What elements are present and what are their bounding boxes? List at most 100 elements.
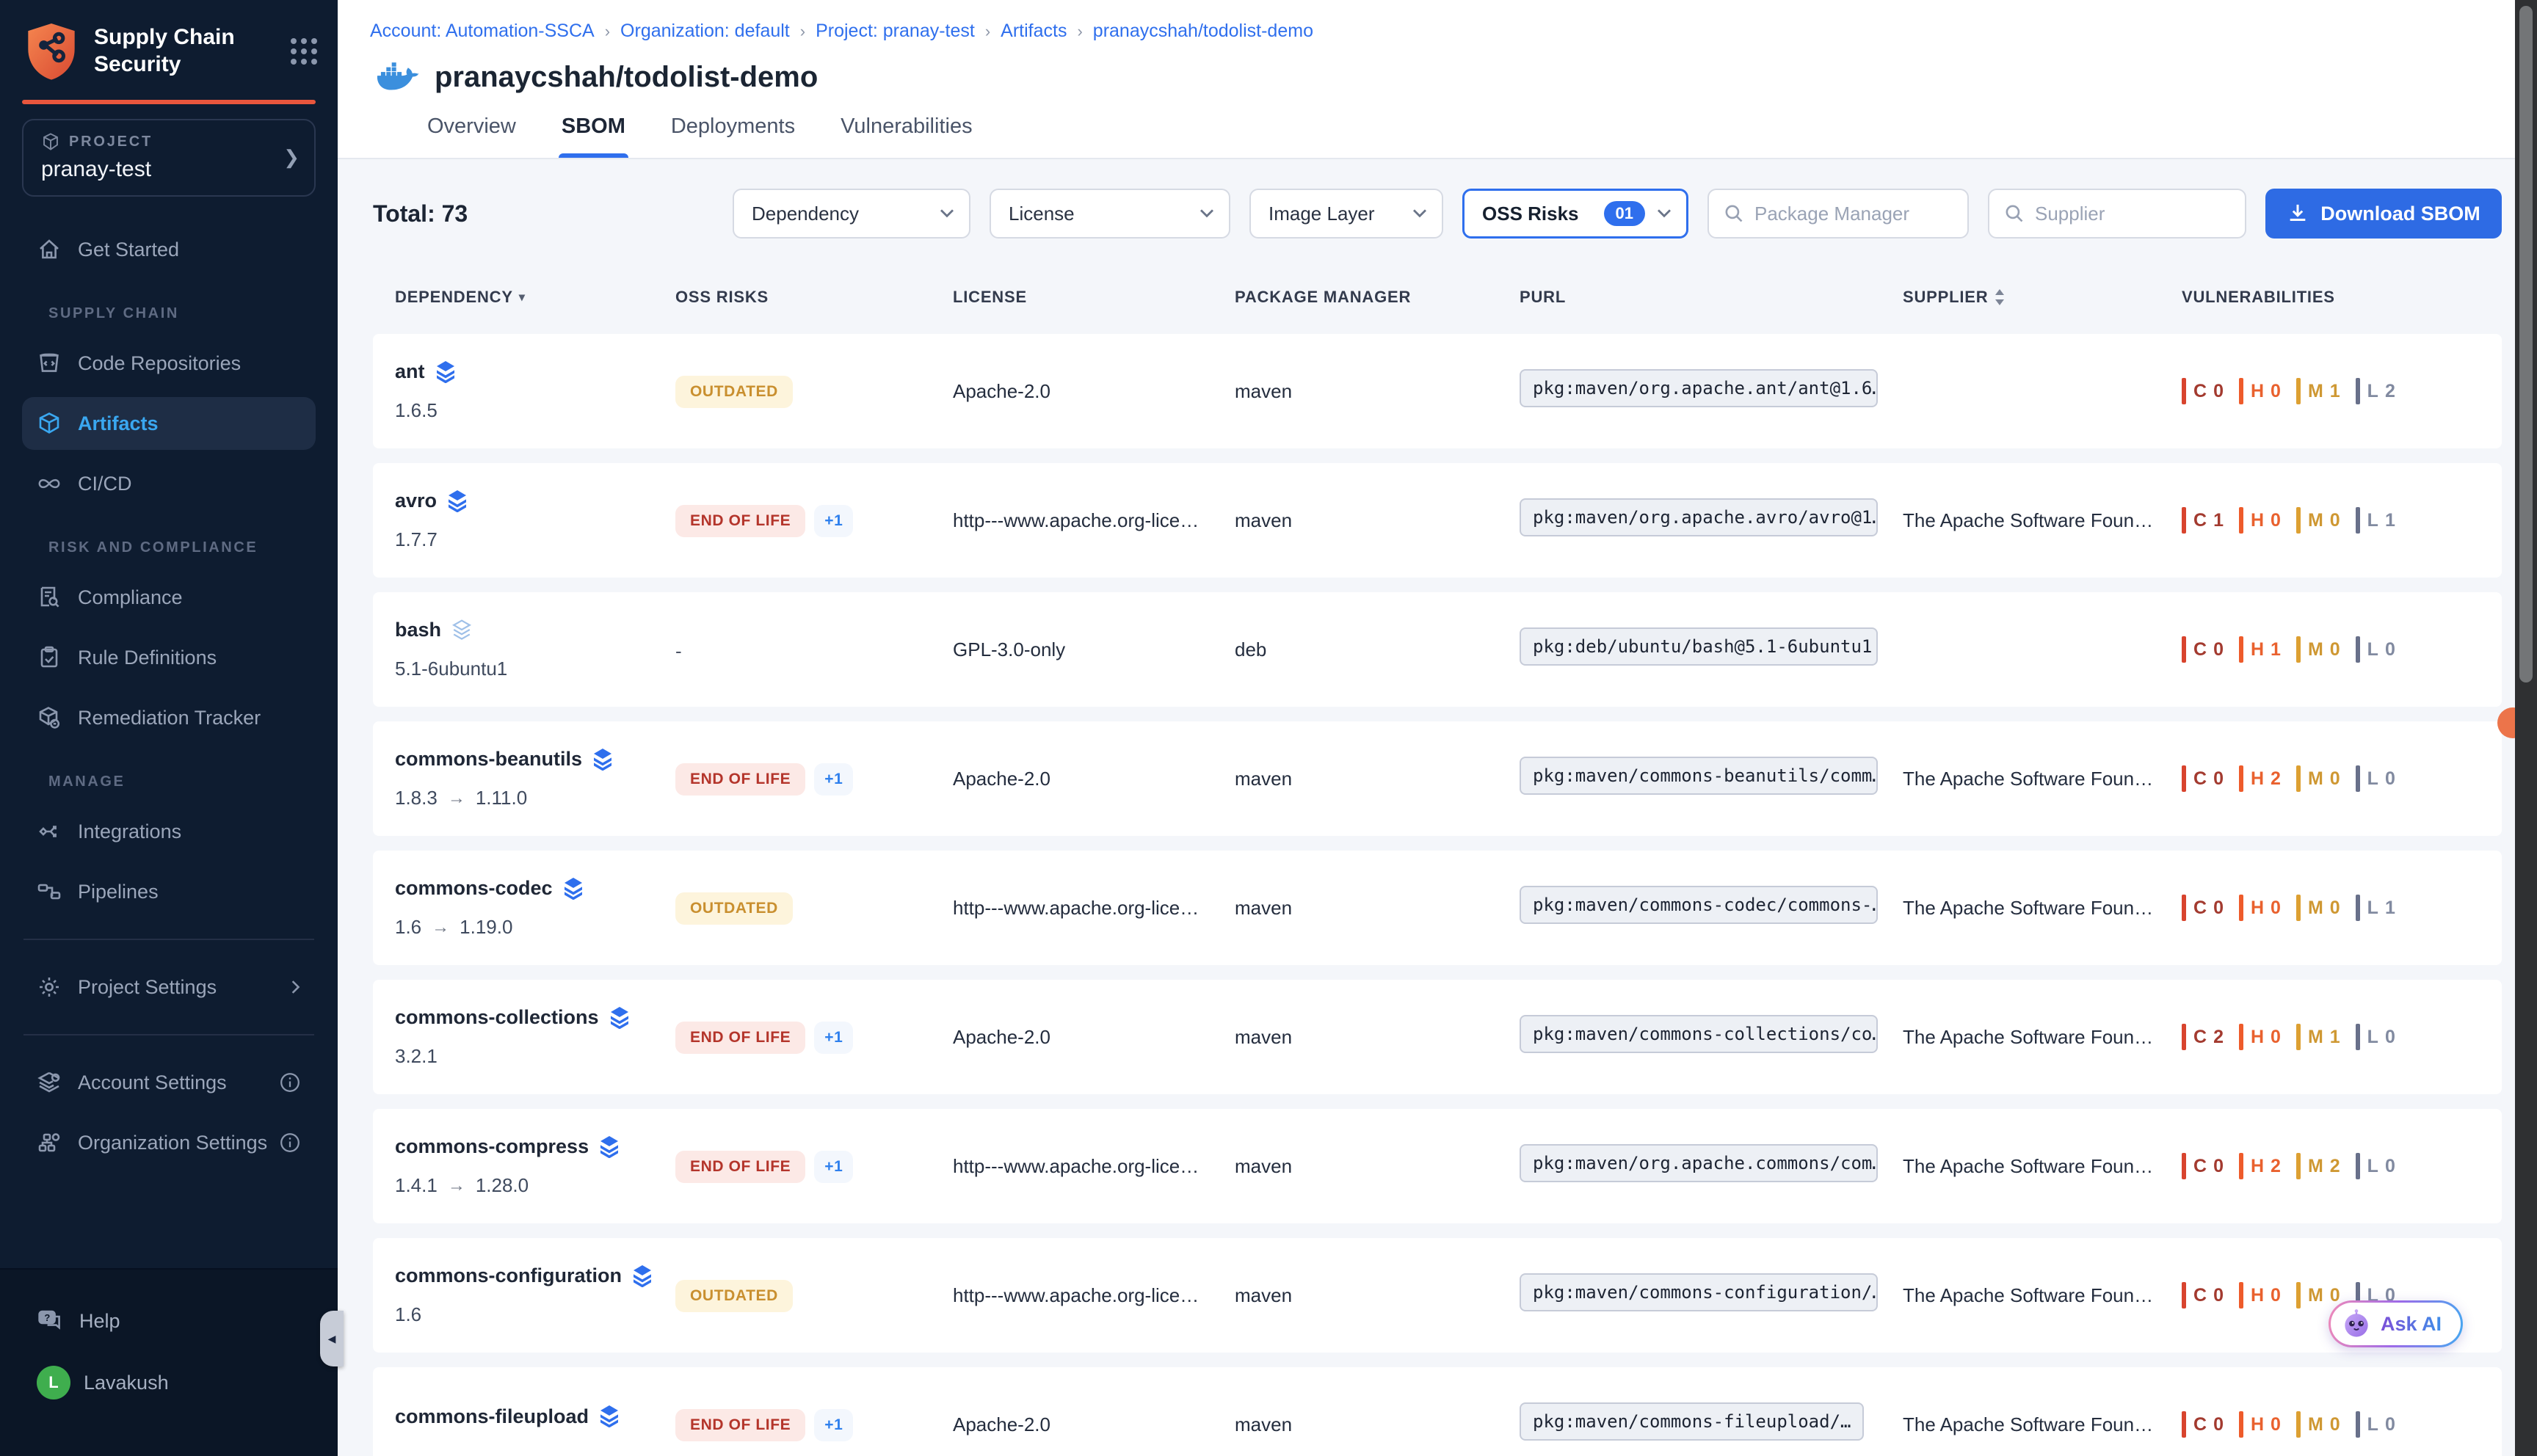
sidebar-item-organization-settings[interactable]: Organization Settings <box>22 1116 316 1169</box>
package-manager-cell: maven <box>1235 1413 1520 1436</box>
sort-both-icon <box>1994 289 2006 305</box>
package-manager-search-input[interactable] <box>1754 203 1953 225</box>
upgrade-arrow-icon: → <box>448 1176 465 1196</box>
supplier-cell: The Apache Software Foun… <box>1903 1026 2182 1049</box>
purl-chip[interactable]: pkg:maven/commons-beanutils/comm… <box>1520 757 1878 795</box>
app-switcher-grid-icon[interactable] <box>291 38 317 65</box>
tab-deployments[interactable]: Deployments <box>668 114 798 158</box>
sidebar-header: Supply Chain Security <box>0 0 338 100</box>
sidebar-item-code-repositories[interactable]: Code Repositories <box>22 337 316 390</box>
purl-chip[interactable]: pkg:maven/commons-fileupload/… <box>1520 1402 1864 1441</box>
sidebar-item-integrations[interactable]: Integrations <box>22 805 316 858</box>
gear-icon <box>37 975 62 1000</box>
sidebar-item-get-started[interactable]: Get Started <box>22 223 316 276</box>
purl-chip[interactable]: pkg:maven/org.apache.avro/avro@1… <box>1520 498 1878 536</box>
sidebar-item-pipelines[interactable]: Pipelines <box>22 865 316 918</box>
risk-badge-more[interactable]: +1 <box>814 505 853 537</box>
table-row-ant[interactable]: ant1.6.5 OUTDATED Apache-2.0 maven pkg:m… <box>373 334 2502 448</box>
sidebar-item-rule-definitions[interactable]: Rule Definitions <box>22 631 316 684</box>
vuln-low: L0 <box>2356 1411 2396 1438</box>
purl-chip[interactable]: pkg:maven/org.apache.commons/com… <box>1520 1144 1878 1182</box>
table-row-commons-configuration[interactable]: commons-configuration1.6 OUTDATED http--… <box>373 1238 2502 1353</box>
column-vulnerabilities: VULNERABILITIES <box>2182 288 2502 307</box>
breadcrumb-project[interactable]: Project: pranay-test <box>816 21 975 41</box>
sidebar-item-label: Integrations <box>78 820 181 843</box>
sidebar-item-compliance[interactable]: Compliance <box>22 571 316 624</box>
tab-vulnerabilities[interactable]: Vulnerabilities <box>838 114 975 158</box>
table-row-avro[interactable]: avro1.7.7 END OF LIFE+1 http---www.apach… <box>373 463 2502 578</box>
risk-badge-more[interactable]: +1 <box>814 1022 853 1054</box>
oss-risks-filter-select[interactable]: OSS Risks 01 <box>1462 189 1688 239</box>
sbom-table: ant1.6.5 OUTDATED Apache-2.0 maven pkg:m… <box>373 334 2502 1456</box>
sidebar: Supply Chain Security PROJECT pranay-tes… <box>0 0 338 1456</box>
sidebar-item-account-settings[interactable]: Account Settings <box>22 1056 316 1109</box>
info-icon[interactable] <box>279 1132 301 1154</box>
info-icon[interactable] <box>279 1071 301 1093</box>
sidebar-item-artifacts[interactable]: Artifacts <box>22 397 316 450</box>
breadcrumb-account[interactable]: Account: Automation-SSCA <box>370 21 595 41</box>
risk-badge-more[interactable]: +1 <box>814 763 853 796</box>
tab-overview[interactable]: Overview <box>424 114 519 158</box>
sidebar-collapse-handle[interactable]: ◀ <box>320 1311 344 1366</box>
layers-icon <box>563 878 584 900</box>
package-manager-cell: maven <box>1235 1155 1520 1178</box>
risk-badge-outdated: OUTDATED <box>675 1280 793 1312</box>
sidebar-item-project-settings[interactable]: Project Settings <box>22 961 316 1013</box>
section-label-manage: MANAGE <box>22 774 316 790</box>
download-sbom-button[interactable]: Download SBOM <box>2265 189 2502 239</box>
table-row-bash[interactable]: bash5.1-6ubuntu1 - GPL-3.0-only deb pkg:… <box>373 592 2502 707</box>
ask-ai-button[interactable]: Ask AI <box>2329 1300 2463 1347</box>
purl-chip[interactable]: pkg:maven/org.apache.ant/ant@1.6… <box>1520 369 1878 407</box>
table-row-commons-compress[interactable]: commons-compress1.4.1→1.28.0 END OF LIFE… <box>373 1109 2502 1223</box>
project-selector[interactable]: PROJECT pranay-test ❯ <box>22 119 316 197</box>
sidebar-item-cicd[interactable]: CI/CD <box>22 457 316 510</box>
purl-chip[interactable]: pkg:maven/commons-collections/co… <box>1520 1015 1878 1053</box>
supplier-search[interactable] <box>1988 189 2246 239</box>
package-manager-search[interactable] <box>1707 189 1969 239</box>
purl-chip[interactable]: pkg:maven/commons-codec/commons-… <box>1520 886 1878 924</box>
risk-none: - <box>675 640 682 662</box>
vuln-critical: C0 <box>2182 1282 2224 1308</box>
vuln-low: L0 <box>2356 765 2396 792</box>
license-cell: Apache-2.0 <box>953 1026 1235 1049</box>
user-menu[interactable]: L Lavakush <box>22 1358 316 1408</box>
purl-chip[interactable]: pkg:deb/ubuntu/bash@5.1-6ubuntu1 <box>1520 627 1878 666</box>
pipelines-icon <box>37 879 62 904</box>
table-row-commons-beanutils[interactable]: commons-beanutils1.8.3→1.11.0 END OF LIF… <box>373 721 2502 836</box>
image-layer-filter-select[interactable]: Image Layer <box>1249 189 1443 239</box>
column-dependency[interactable]: DEPENDENCY▾ <box>395 288 675 307</box>
vuln-critical: C2 <box>2182 1024 2224 1050</box>
supplier-search-input[interactable] <box>2035 203 2230 225</box>
table-row-commons-fileupload[interactable]: commons-fileupload END OF LIFE+1 Apache-… <box>373 1367 2502 1456</box>
column-supplier[interactable]: SUPPLIER <box>1903 288 2182 307</box>
breadcrumb-artifact[interactable]: pranaycshah/todolist-demo <box>1093 21 1313 41</box>
license-filter-select[interactable]: License <box>990 189 1230 239</box>
dependency-name: bash <box>395 619 441 641</box>
dependency-version: 1.8.3→1.11.0 <box>395 787 675 809</box>
help-button[interactable]: ? Help <box>22 1296 316 1346</box>
breadcrumb-artifacts[interactable]: Artifacts <box>1001 21 1067 41</box>
vuln-critical: C0 <box>2182 1411 2224 1438</box>
table-row-commons-codec[interactable]: commons-codec1.6→1.19.0 OUTDATED http---… <box>373 851 2502 965</box>
risk-badge-more[interactable]: +1 <box>814 1409 853 1441</box>
sidebar-item-remediation-tracker[interactable]: Remediation Tracker <box>22 691 316 744</box>
purl-chip[interactable]: pkg:maven/commons-configuration/… <box>1520 1273 1878 1311</box>
vulnerabilities-cell: C0 H0 M1 L2 <box>2182 378 2502 404</box>
tab-sbom[interactable]: SBOM <box>559 114 628 158</box>
vuln-high: H2 <box>2239 765 2282 792</box>
avatar: L <box>37 1366 70 1399</box>
sidebar-item-label: Organization Settings <box>78 1132 267 1154</box>
breadcrumb-organization[interactable]: Organization: default <box>620 21 790 41</box>
layers-icon <box>435 361 456 383</box>
scrollbar-thumb[interactable] <box>2519 6 2533 682</box>
code-repository-icon <box>37 351 62 376</box>
vulnerabilities-cell: C0 H2 M0 L0 <box>2182 765 2502 792</box>
account-layers-icon <box>37 1070 62 1095</box>
vuln-medium: M1 <box>2296 1024 2341 1050</box>
table-row-commons-collections[interactable]: commons-collections3.2.1 END OF LIFE+1 A… <box>373 980 2502 1094</box>
vuln-low: L2 <box>2356 378 2396 404</box>
risk-badge-more[interactable]: +1 <box>814 1151 853 1183</box>
product-title: Supply Chain Security <box>94 24 258 78</box>
layers-icon <box>592 749 613 771</box>
dependency-filter-select[interactable]: Dependency <box>733 189 970 239</box>
